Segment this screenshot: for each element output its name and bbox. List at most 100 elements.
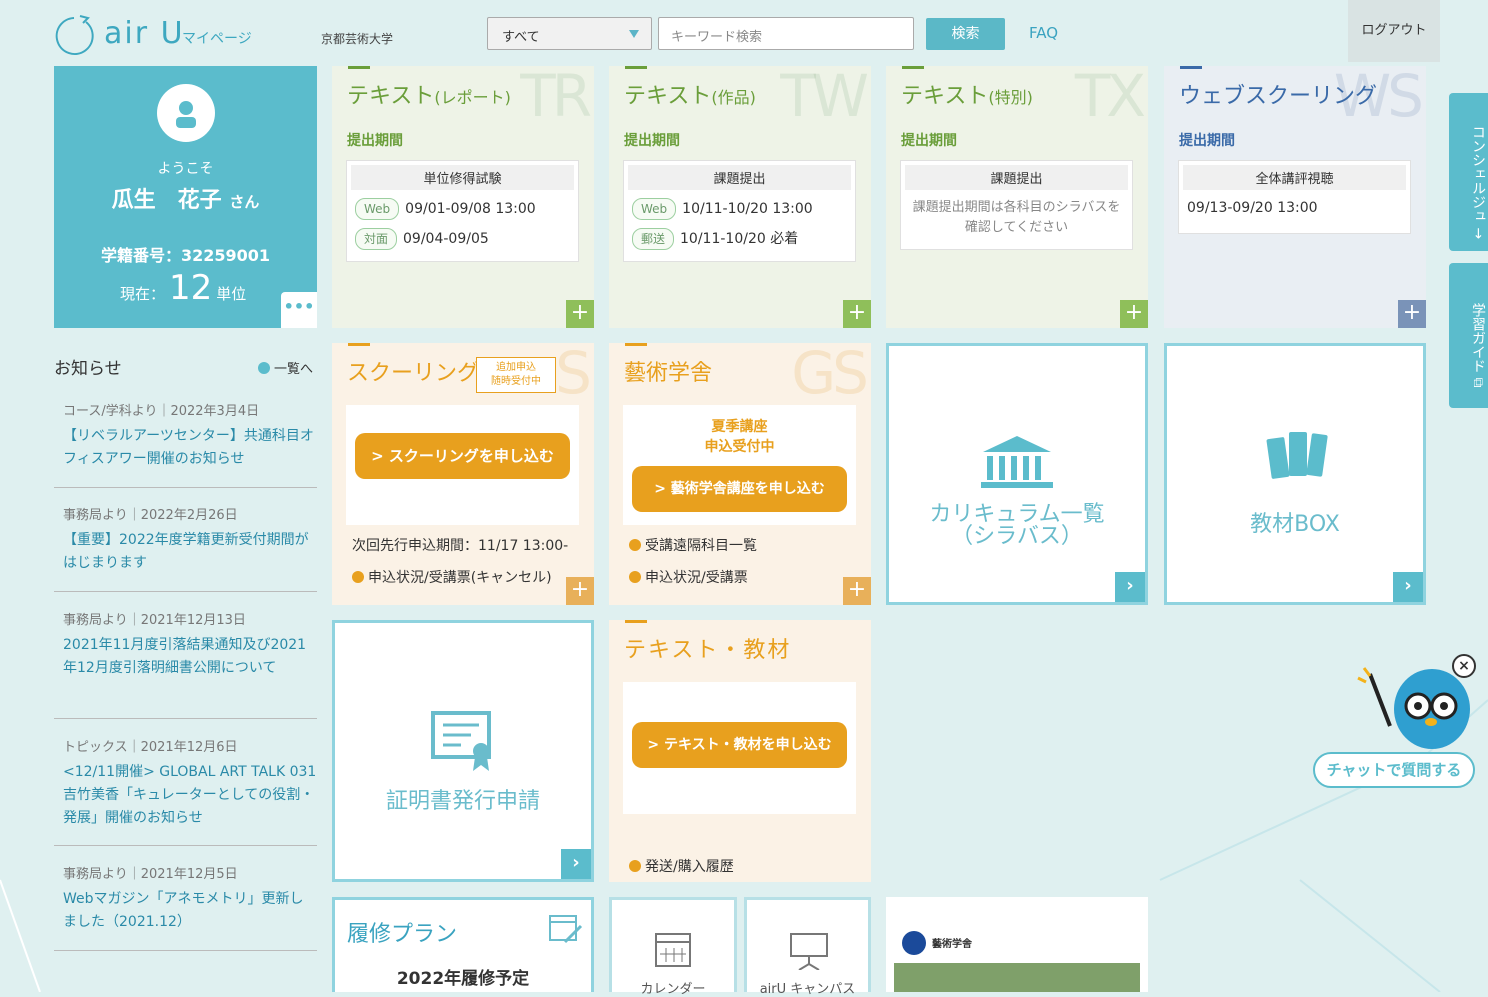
card-label: airU キャンパス [759, 982, 856, 997]
news-item[interactable]: 事務局より｜2021年12月5日 Webマガジン「アネモメトリ」更新しました（2… [54, 863, 317, 951]
news-title[interactable]: <12/11開催> GLOBAL ART TALK 031 吉竹美香「キュレータ… [54, 761, 317, 830]
card-campus[interactable]: airU キャンパス [744, 897, 871, 997]
card-period-label: 提出期間 [1179, 133, 1235, 149]
card-title: テキスト(特別) [901, 78, 1033, 110]
news-title[interactable]: Webマガジン「アネモメトリ」更新しました（2021.12） [54, 888, 317, 934]
news-all-link[interactable]: 一覧へ [258, 358, 313, 377]
plus-icon[interactable]: + [843, 577, 871, 605]
link-label: 申込状況/受講票(キャンセル) [368, 570, 552, 586]
card-accent-bar [1180, 66, 1202, 69]
plus-icon[interactable]: + [566, 577, 594, 605]
apply-text-button[interactable]: > テキスト・教材を申し込む [632, 722, 847, 768]
news-title[interactable]: 【重要】2022年度学籍更新受付期間がはじまります [54, 529, 317, 575]
user-icon [176, 101, 196, 128]
card-bg-letters: TX [1074, 66, 1146, 130]
news-item[interactable]: 事務局より｜2022年2月26日 【重要】2022年度学籍更新受付期間がはじまり… [54, 504, 317, 592]
card-title: ウェブスクーリング [1179, 84, 1378, 109]
news-meta: トピックス｜2021年12月6日 [63, 740, 238, 755]
news-meta: 事務局より｜2021年12月13日 [63, 613, 246, 628]
plus-icon[interactable]: + [1398, 300, 1426, 328]
logout-button[interactable]: ログアウト [1348, 0, 1440, 62]
schooling-status-link[interactable]: 申込状況/受講票(キャンセル) [352, 567, 552, 587]
apply-schooling-button[interactable]: > スクーリングを申し込む [355, 433, 570, 479]
gakusha-course-link[interactable]: 受講遠隔科目一覧 [629, 535, 757, 555]
period-box-head: 単位修得試験 [351, 165, 574, 190]
card-web-schooling[interactable]: WS ウェブスクーリング 提出期間 全体講評視聴 09/13-09/20 13:… [1164, 66, 1426, 328]
card-title-sub: (特別) [988, 88, 1033, 107]
news-item[interactable]: コース/学科より｜2022年3月4日 【リベラルアーツセンター】共通科目オフィス… [54, 400, 317, 488]
card-study-plan[interactable]: 履修プラン 2022年履修予定 [332, 897, 594, 992]
credits: 現在： 12 単位 [120, 268, 246, 308]
card-material-box[interactable]: 教材BOX › [1164, 343, 1426, 605]
period-text: 09/04-09/05 [403, 231, 489, 247]
status-badge: 追加申込 随時受付中 [476, 357, 556, 393]
period-box: 単位修得試験 Web 09/01-09/08 13:00 対面 09/04-09/0… [346, 160, 579, 262]
card-calendar[interactable]: カレンダー [609, 897, 737, 997]
news-meta: コース/学科より｜2022年3月4日 [63, 404, 260, 419]
shipping-history-link[interactable]: 発送/購入履歴 [629, 856, 734, 876]
card-label-line: （シラバス） [951, 524, 1083, 549]
period-text: 09/13-09/20 13:00 [1187, 200, 1318, 216]
card-title: テキスト(レポート) [347, 78, 511, 110]
plus-icon[interactable]: + [843, 300, 871, 328]
card-accent-bar [348, 343, 370, 346]
more-button[interactable]: ••• [281, 292, 317, 328]
card-label: カリキュラム一覧 （シラバス） [889, 504, 1145, 548]
plan-year: 2022年履修予定 [396, 969, 530, 989]
card-accent-bar [625, 620, 647, 623]
tag-badge: 対面 [355, 228, 398, 250]
logo-text[interactable]: air U [104, 16, 185, 51]
period-row: Web 09/01-09/08 13:00 [347, 194, 578, 224]
card-schooling[interactable]: S スクーリング 追加申込 随時受付中 > スクーリングを申し込む 次回先行申込期… [332, 343, 594, 605]
arrow-circle-icon [629, 860, 641, 872]
gakusha-status-link[interactable]: 申込状況/受講票 [629, 567, 748, 587]
chevron-right-icon[interactable]: › [1393, 572, 1423, 602]
period-row: Web 10/11-10/20 13:00 [624, 194, 855, 224]
chat-button[interactable]: チャットで質問する [1313, 752, 1475, 788]
search-input[interactable]: キーワード検索 [658, 17, 914, 50]
welcome-text: ようこそ [157, 161, 214, 177]
news-title[interactable]: 【リベラルアーツセンター】共通科目オフィスアワー開催のお知らせ [54, 425, 317, 471]
search-button[interactable]: 検索 [926, 18, 1005, 50]
arrow-circle-icon [352, 571, 364, 583]
card-title: テキスト・教材 [624, 638, 792, 663]
card-certificate[interactable]: 証明書発行申請 › [332, 620, 594, 882]
card-curriculum[interactable]: カリキュラム一覧 （シラバス） › [886, 343, 1148, 605]
news-title[interactable]: 2021年11月度引落結果通知及び2021年12月度引落明細書公開について [54, 634, 317, 680]
news-item[interactable]: 事務局より｜2021年12月13日 2021年11月度引落結果通知及び2021年… [54, 609, 317, 719]
study-guide-tab[interactable]: 学習ガイド ⧉ [1449, 263, 1488, 408]
card-text-special[interactable]: TX テキスト(特別) 提出期間 課題提出 課題提出期間は各科目のシラバスを確認… [886, 66, 1148, 328]
certificate-icon [431, 711, 491, 771]
faq-link[interactable]: FAQ [1029, 24, 1058, 42]
gakusha-banner[interactable]: 藝術学舎 [886, 897, 1148, 992]
apply-gakusha-button[interactable]: > 藝術学舎講座を申し込む [632, 466, 847, 512]
card-text-work[interactable]: TW テキスト(作品) 提出期間 課題提出 Web 10/11-10/20 13:… [609, 66, 871, 328]
close-icon[interactable]: × [1452, 654, 1476, 678]
card-text-material[interactable]: テキスト・教材 > テキスト・教材を申し込む 発送/購入履歴 [609, 620, 871, 882]
news-item[interactable]: トピックス｜2021年12月6日 <12/11開催> GLOBAL ART TA… [54, 736, 317, 846]
arrow-circle-icon [629, 571, 641, 583]
card-text-report[interactable]: TR テキスト(レポート) 提出期間 単位修得試験 Web 09/01-09/08… [332, 66, 594, 328]
search-category-select[interactable]: すべて [487, 17, 652, 50]
avatar [157, 84, 215, 142]
period-box-head: 課題提出 [628, 165, 851, 190]
card-title: 藝術学舎 [624, 361, 713, 386]
plus-icon[interactable]: + [566, 300, 594, 328]
card-label: カレンダー [640, 982, 706, 997]
card-gakusha[interactable]: GS 藝術学舎 夏季講座 申込受付中 > 藝術学舎講座を申し込む 受講遠隔科目一覧… [609, 343, 871, 605]
credits-unit: 単位 [216, 285, 247, 303]
profile-card: ようこそ 瓜生 花子 さん 学籍番号：32259001 現在： 12 単位 ••• [54, 66, 317, 328]
card-accent-bar [625, 343, 647, 346]
concierge-tab[interactable]: コンシェルジュ → [1449, 93, 1488, 251]
card-title-text: テキスト [901, 84, 989, 109]
bank-building-icon [981, 436, 1053, 488]
presentation-board-icon [790, 933, 828, 970]
tag-badge: Web [632, 198, 677, 220]
chevron-right-icon[interactable]: › [1115, 572, 1145, 602]
plus-icon[interactable]: + [1120, 300, 1148, 328]
period-row: 郵送 10/11-10/20 必着 [624, 224, 855, 254]
chevron-right-icon[interactable]: › [561, 849, 591, 879]
next-period-text: 次回先行申込期間：11/17 13:00- [352, 538, 569, 554]
card-title: テキスト(作品) [624, 78, 756, 110]
period-box-head: 課題提出 [905, 165, 1128, 190]
